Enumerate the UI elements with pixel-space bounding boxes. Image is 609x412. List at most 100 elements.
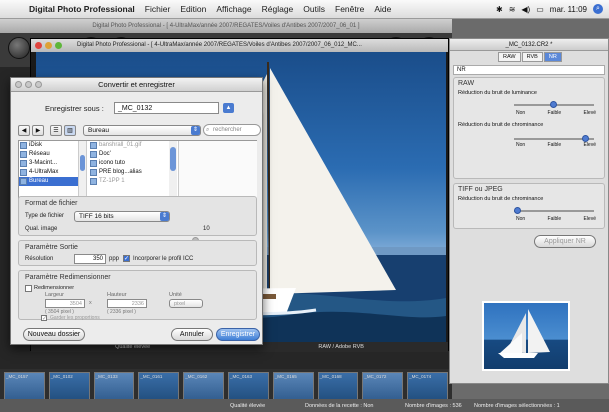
raw-section: RAW Réduction du bruit de luminance Non F… <box>453 77 605 179</box>
dialog-close-icon[interactable] <box>15 81 22 88</box>
file-label: Doc' <box>99 151 111 157</box>
menu-outils[interactable]: Outils <box>298 4 330 14</box>
status-recipe: Données de la recette : Non <box>305 402 374 409</box>
height-input[interactable]: 2336 <box>107 299 147 308</box>
resize-section-title: Paramètre Redimensionner <box>25 274 111 281</box>
thumbnail-caption: _MC_0133 <box>95 374 118 379</box>
menu-affichage[interactable]: Affichage <box>211 4 256 14</box>
minimize-icon[interactable] <box>45 42 52 49</box>
file-type-value: TIFF 16 bits <box>79 213 114 220</box>
tab-raw[interactable]: RAW <box>498 52 521 62</box>
viewer-title: Digital Photo Professional - [ 4-UltraMa… <box>77 42 362 48</box>
volume-item[interactable]: Bureau <box>19 177 78 186</box>
app-statusbar: Qualité élevée Données de la recette : N… <box>0 399 609 412</box>
resolution-input[interactable]: 350 <box>74 254 106 264</box>
list-view-icon[interactable]: ☰ <box>50 125 62 136</box>
close-icon[interactable] <box>35 42 42 49</box>
volume-item[interactable]: Réseau <box>19 150 78 159</box>
tiff-chroma-slider[interactable] <box>514 207 594 214</box>
spotlight-icon[interactable]: ⌕ <box>593 4 603 14</box>
volume-item[interactable]: 4-UltraMax <box>19 168 78 177</box>
tiff-section-title: TIFF ou JPEG <box>458 186 503 193</box>
tab-rvb[interactable]: RVB <box>521 52 543 62</box>
volume-label: 4-UltraMax <box>29 169 59 175</box>
expand-dialog-button[interactable]: ▲ <box>223 103 234 113</box>
menubar: Digital Photo Professional Fichier Editi… <box>0 0 609 19</box>
thumbnail-caption: _MC_0172 <box>364 374 387 379</box>
menu-fenetre[interactable]: Fenêtre <box>330 4 369 14</box>
menu-reglage[interactable]: Réglage <box>257 4 299 14</box>
cancel-button[interactable]: Annuler <box>171 328 213 341</box>
file-type-select[interactable]: TIFF 16 bits ⇕ <box>74 211 170 222</box>
volume-icon <box>20 151 27 158</box>
raw-lum-label: Réduction du bruit de luminance <box>458 90 537 96</box>
resolution-label: Résolution <box>25 256 54 262</box>
file-item[interactable]: icono tuto <box>89 159 178 168</box>
save-button[interactable]: Enregistrer <box>216 328 260 341</box>
app-menu[interactable]: Digital Photo Professional <box>24 4 140 14</box>
resolution-unit: ppp <box>109 256 120 262</box>
filename-input[interactable]: _MC_0132 <box>114 102 219 114</box>
forward-icon[interactable]: ▶ <box>32 125 44 136</box>
zoom-icon[interactable] <box>55 42 62 49</box>
thumbnail-caption: _MC_0174 <box>409 374 432 379</box>
tiff-section: TIFF ou JPEG Réduction du bruit de chrom… <box>453 183 605 229</box>
keep-proportions-label: Garder les proportions <box>50 315 100 321</box>
resize-checkbox[interactable] <box>25 285 32 292</box>
battery-icon[interactable]: ▭ <box>536 5 544 14</box>
dialog-minimize-icon[interactable] <box>25 81 32 88</box>
nr-header: NR <box>453 65 605 75</box>
folder-icon <box>90 169 97 176</box>
volume-item[interactable]: 3-Macint... <box>19 159 78 168</box>
preview-sailboat <box>498 309 550 358</box>
raw-chroma-label: Réduction du bruit de chrominance <box>458 122 544 128</box>
palette-tabs: RAW RVB NR <box>498 52 562 62</box>
raw-chroma-slider[interactable] <box>514 135 594 142</box>
search-icon: ⌕ <box>206 127 210 133</box>
file-label: PRE blog...alias <box>99 169 142 175</box>
back-icon[interactable]: ◀ <box>18 125 30 136</box>
location-value: Bureau <box>88 127 109 134</box>
output-section-title: Paramètre Sortie <box>25 244 78 251</box>
menu-fichier[interactable]: Fichier <box>140 4 176 14</box>
clock[interactable]: mar. 11:09 <box>550 5 587 14</box>
icc-checkbox[interactable]: ✓ <box>123 255 130 262</box>
wifi-icon[interactable]: ≋ <box>509 5 516 14</box>
status-quality: Qualité élevée <box>230 402 266 409</box>
width-input[interactable]: 3504 <box>45 299 85 308</box>
palette-title: _MC_0132.CR2 * <box>450 39 608 51</box>
search-field[interactable]: ⌕ rechercher <box>203 124 261 136</box>
height-pixels: ( 2336 pixel ) <box>107 309 136 315</box>
tab-nr[interactable]: NR <box>543 52 562 62</box>
toolbar-button-1[interactable] <box>8 37 30 59</box>
raw-lum-slider[interactable] <box>514 101 594 108</box>
new-folder-button[interactable]: Nouveau dossier <box>23 328 85 341</box>
viewer-titlebar: Digital Photo Professional - [ 4-UltraMa… <box>31 39 448 52</box>
file-item[interactable]: PRE blog...alias <box>89 168 178 177</box>
quality-value: 10 <box>203 226 210 232</box>
location-popup[interactable]: Bureau ⇕ <box>83 125 201 136</box>
file-icon <box>90 142 97 149</box>
thumbnail-caption: _MC_0162 <box>185 374 208 379</box>
height-label: Hauteur <box>107 292 127 298</box>
resize-section: Paramètre Redimensionner Redimensionner … <box>18 270 257 322</box>
column-view-icon[interactable]: ▥ <box>64 125 76 136</box>
apply-nr-button[interactable]: Appliquer NR <box>534 235 596 248</box>
dialog-zoom-icon[interactable] <box>35 81 42 88</box>
file-item: TZ-1PP 1 <box>89 177 178 186</box>
icc-label: Incorporer le profil ICC <box>133 256 194 262</box>
volume-icon[interactable]: ◀) <box>521 5 530 14</box>
tiff-chroma-scale: Non Faible Elevé <box>516 216 596 222</box>
preview-thumbnail <box>482 301 570 371</box>
bluetooth-icon[interactable]: ✱ <box>496 5 503 14</box>
raw-chroma-scale: Non Faible Elevé <box>516 142 596 148</box>
volume-icon <box>20 169 27 176</box>
menu-aide[interactable]: Aide <box>369 4 396 14</box>
tiff-chroma-label: Réduction du bruit de chrominance <box>458 196 544 202</box>
menu-edition[interactable]: Edition <box>175 4 211 14</box>
unit-select[interactable]: pixel <box>169 299 203 308</box>
keep-proportions-checkbox[interactable]: ✓ <box>41 315 47 322</box>
file-item[interactable]: Doc' <box>89 150 178 159</box>
width-label: Largeur <box>45 292 64 298</box>
volume-item[interactable]: iDisk <box>19 141 78 150</box>
